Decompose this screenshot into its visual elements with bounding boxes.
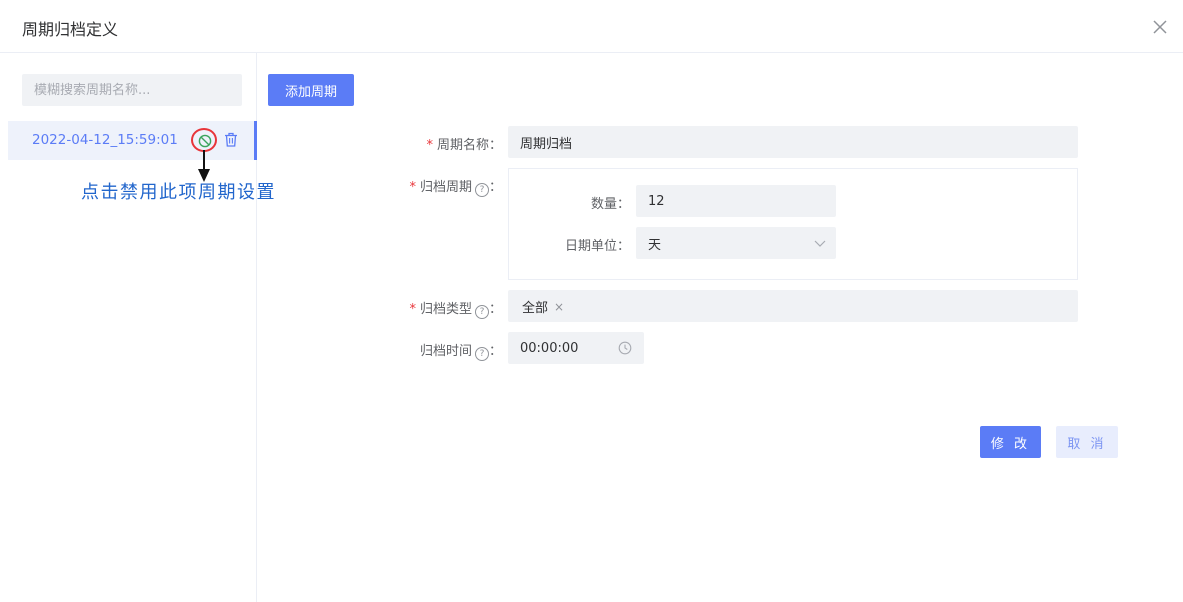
type-select[interactable]: 全部 × xyxy=(508,290,1078,322)
count-label: 数量： xyxy=(590,197,630,212)
cancel-button[interactable]: 取 消 xyxy=(1056,426,1118,458)
close-icon[interactable] xyxy=(1151,18,1169,36)
help-icon[interactable]: ? xyxy=(474,183,489,197)
period-list-item[interactable]: 2022-04-12_15:59:01 xyxy=(8,121,257,160)
time-picker[interactable]: 00:00:00 xyxy=(508,332,644,364)
dialog-title: 周期归档定义 xyxy=(22,20,119,39)
type-label: * 归档类型?： xyxy=(409,302,502,319)
period-item-label: 2022-04-12_15:59:01 xyxy=(32,132,178,148)
period-name-input[interactable]: 周期归档 xyxy=(508,126,1078,158)
dialog-header: 周期归档定义 xyxy=(0,0,1183,53)
chevron-down-icon xyxy=(814,240,826,247)
annotation-text: 点击禁用此项周期设置 xyxy=(81,182,276,203)
add-period-button[interactable]: 添加周期 xyxy=(268,74,354,106)
type-tag: 全部 × xyxy=(522,300,565,316)
time-label: 归档时间?： xyxy=(419,344,502,361)
clock-icon xyxy=(618,341,632,355)
help-icon[interactable]: ? xyxy=(474,347,489,361)
search-input[interactable] xyxy=(22,74,242,106)
name-label: * 周期名称： xyxy=(426,138,502,153)
disable-button[interactable] xyxy=(191,128,217,152)
unit-label: 日期单位： xyxy=(564,239,630,254)
trash-icon[interactable] xyxy=(224,132,238,147)
period-list-panel: 2022-04-12_15:59:01 xyxy=(0,53,257,602)
unit-select[interactable]: 天 xyxy=(636,227,836,259)
tag-close-icon[interactable]: × xyxy=(554,300,564,314)
period-label: * 归档周期?： xyxy=(409,180,502,197)
modify-button[interactable]: 修 改 xyxy=(980,426,1041,458)
help-icon[interactable]: ? xyxy=(474,305,489,319)
count-input[interactable]: 12 xyxy=(636,185,836,217)
disable-icon xyxy=(198,134,212,148)
